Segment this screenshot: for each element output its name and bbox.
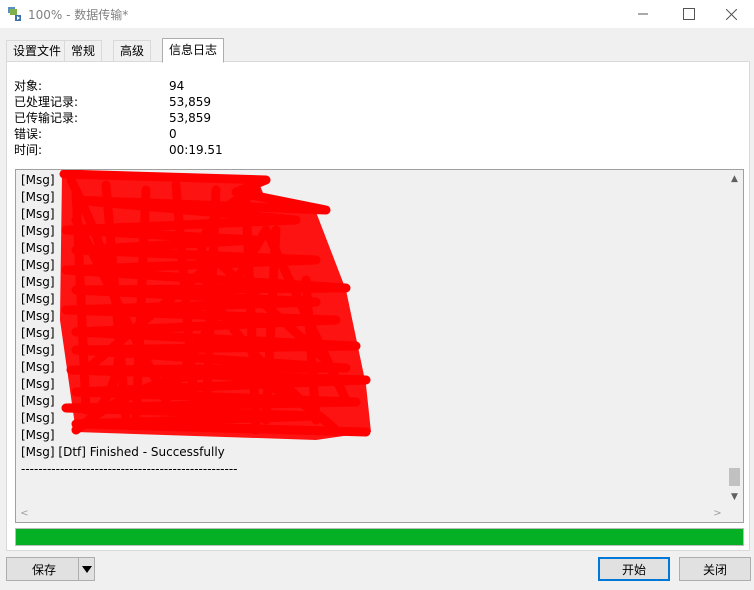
horizontal-scrollbar[interactable]: < > — [16, 505, 726, 522]
log-output[interactable]: [Msg] [Msg] [Msg] [Msg] [Msg] [Msg] [Msg… — [15, 169, 744, 523]
tab-advanced[interactable]: 高级 — [113, 40, 152, 61]
scroll-down-icon[interactable]: ▼ — [726, 488, 743, 505]
tab-general[interactable]: 常规 — [64, 40, 103, 61]
data-transfer-icon — [8, 7, 21, 21]
window-title: 100% - 数据传输* — [28, 8, 129, 22]
errors-value: 0 — [169, 127, 177, 141]
objects-label: 对象: — [14, 79, 43, 93]
time-value: 00:19.51 — [169, 143, 223, 157]
vertical-scrollbar[interactable]: ▲ ▼ — [726, 170, 743, 505]
tab-settings-file[interactable]: 设置文件 — [6, 40, 69, 61]
start-button[interactable]: 开始 — [598, 557, 670, 581]
progress-bar — [15, 528, 744, 546]
transferred-records-value: 53,859 — [169, 111, 211, 125]
maximize-icon[interactable] — [666, 0, 712, 28]
scroll-right-icon[interactable]: > — [709, 505, 726, 522]
scroll-corner — [726, 505, 743, 522]
objects-value: 94 — [169, 79, 185, 93]
tab-info-log[interactable]: 信息日志 — [162, 38, 225, 63]
progress-fill — [16, 529, 743, 545]
title-bar: 100% - 数据传输* — [0, 0, 754, 28]
processed-records-label: 已处理记录: — [14, 95, 79, 109]
close-icon[interactable] — [708, 0, 754, 28]
time-label: 时间: — [14, 143, 43, 157]
close-button[interactable]: 关闭 — [679, 557, 751, 581]
scroll-thumb[interactable] — [729, 468, 740, 486]
errors-label: 错误: — [14, 127, 43, 141]
processed-records-value: 53,859 — [169, 95, 211, 109]
minimize-icon[interactable] — [620, 0, 666, 28]
save-dropdown-button[interactable] — [78, 557, 95, 581]
save-button[interactable]: 保存 — [6, 557, 82, 581]
scroll-left-icon[interactable]: < — [16, 505, 33, 522]
transferred-records-label: 已传输记录: — [14, 111, 79, 125]
redaction-scribble — [59, 170, 371, 440]
scroll-up-icon[interactable]: ▲ — [726, 170, 743, 187]
chevron-down-icon — [81, 565, 92, 573]
